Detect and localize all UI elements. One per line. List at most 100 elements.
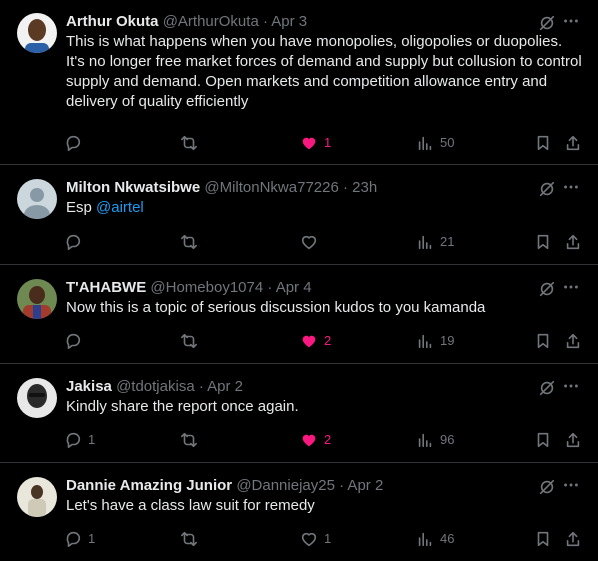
tweet-header: T'AHABWE @Homeboy1074 · Apr 4 xyxy=(66,278,528,298)
share-icon xyxy=(566,135,580,151)
like-count: 1 xyxy=(324,135,332,150)
avatar[interactable] xyxy=(17,179,57,219)
reply-icon xyxy=(66,333,81,350)
more-icon[interactable] xyxy=(562,278,580,296)
tweet-text: Let's have a class law suit for remedy xyxy=(66,497,315,514)
tweet-reply[interactable]: Dannie Amazing Junior @Danniejay25 · Apr… xyxy=(0,464,598,561)
like-button[interactable]: 2 xyxy=(300,331,331,351)
reply-icon xyxy=(66,531,81,548)
reply-button[interactable] xyxy=(64,331,88,351)
tweet-actions: 1 50 xyxy=(0,133,598,153)
analytics-icon xyxy=(418,136,432,151)
avatar[interactable] xyxy=(17,13,57,53)
author-name[interactable]: T'AHABWE xyxy=(66,279,146,296)
like-button[interactable]: 1 xyxy=(300,529,331,549)
heart-filled-icon xyxy=(302,434,316,447)
tweet-reply[interactable]: Jakisa @tdotjakisa · Apr 2 Kindly share … xyxy=(0,365,598,463)
retweet-button[interactable] xyxy=(180,529,204,549)
more-icon[interactable] xyxy=(562,12,580,30)
author-name[interactable]: Arthur Okuta xyxy=(66,13,159,30)
grok-icon[interactable] xyxy=(538,14,556,32)
views-button[interactable]: 96 xyxy=(416,430,454,450)
handle-and-time[interactable]: @Homeboy1074 · Apr 4 xyxy=(150,279,311,296)
tweet-actions: 21 xyxy=(0,232,598,252)
grok-icon[interactable] xyxy=(538,280,556,298)
avatar[interactable] xyxy=(17,378,57,418)
tweet-reply[interactable]: Arthur Okuta @ArthurOkuta · Apr 3 This i… xyxy=(0,0,598,165)
share-icon xyxy=(566,531,580,547)
reply-button[interactable]: 1 xyxy=(64,430,95,450)
like-button[interactable] xyxy=(300,232,324,252)
heart-filled-icon xyxy=(302,335,316,348)
like-count: 2 xyxy=(324,333,332,348)
grok-icon[interactable] xyxy=(538,180,556,198)
avatar[interactable] xyxy=(17,477,57,517)
tweet-header: Arthur Okuta @ArthurOkuta · Apr 3 xyxy=(66,12,528,32)
tweet-text: This is what happens when you have monop… xyxy=(66,33,582,110)
reply-button[interactable]: 1 xyxy=(64,529,95,549)
reply-button[interactable] xyxy=(64,232,88,252)
like-count: 2 xyxy=(324,432,332,447)
view-count: 50 xyxy=(440,135,455,150)
author-name[interactable]: Milton Nkwatsibwe xyxy=(66,179,200,196)
more-icon[interactable] xyxy=(562,178,580,196)
tweet-reply[interactable]: Milton Nkwatsibwe @MiltonNkwa77226 · 23h… xyxy=(0,166,598,265)
more-icon[interactable] xyxy=(562,377,580,395)
reply-icon xyxy=(66,135,81,152)
view-count: 21 xyxy=(440,234,455,249)
reply-button[interactable] xyxy=(64,133,88,153)
bookmark-button[interactable] xyxy=(534,430,552,450)
retweet-button[interactable] xyxy=(180,331,204,351)
views-button[interactable]: 50 xyxy=(416,133,454,153)
reply-icon xyxy=(66,234,81,251)
handle-and-time[interactable]: @MiltonNkwa77226 · 23h xyxy=(204,179,377,196)
author-name[interactable]: Jakisa xyxy=(66,378,112,395)
views-button[interactable]: 21 xyxy=(416,232,454,252)
tweet-header: Jakisa @tdotjakisa · Apr 2 xyxy=(66,377,528,397)
handle-and-time[interactable]: @ArthurOkuta · Apr 3 xyxy=(163,13,307,30)
share-button[interactable] xyxy=(564,430,582,450)
view-count: 19 xyxy=(440,333,455,348)
tweet-reply[interactable]: T'AHABWE @Homeboy1074 · Apr 4 Now this i… xyxy=(0,266,598,364)
share-button[interactable] xyxy=(564,232,582,252)
avatar[interactable] xyxy=(17,279,57,319)
share-icon xyxy=(566,432,580,448)
share-icon xyxy=(566,333,580,349)
retweet-button[interactable] xyxy=(180,133,204,153)
handle-and-time[interactable]: @Danniejay25 · Apr 2 xyxy=(236,477,383,494)
views-button[interactable]: 19 xyxy=(416,331,454,351)
bookmark-icon xyxy=(537,432,549,448)
grok-icon[interactable] xyxy=(538,379,556,397)
bookmark-button[interactable] xyxy=(534,232,552,252)
text-prefix: Esp xyxy=(66,199,97,216)
bookmark-icon xyxy=(537,135,549,151)
author-name[interactable]: Dannie Amazing Junior xyxy=(66,477,232,494)
retweet-button[interactable] xyxy=(180,232,204,252)
retweet-icon xyxy=(180,432,198,448)
more-icon[interactable] xyxy=(562,476,580,494)
like-button[interactable]: 2 xyxy=(300,430,331,450)
bookmark-button[interactable] xyxy=(534,331,552,351)
like-count: 1 xyxy=(324,531,332,546)
view-count: 46 xyxy=(440,531,455,546)
views-button[interactable]: 46 xyxy=(416,529,454,549)
share-button[interactable] xyxy=(564,529,582,549)
tweet-text: Esp @airtel xyxy=(66,198,582,218)
tweet-header: Dannie Amazing Junior @Danniejay25 · Apr… xyxy=(66,476,528,496)
retweet-icon xyxy=(180,234,198,250)
share-button[interactable] xyxy=(564,331,582,351)
tweet-actions: 1 2 96 xyxy=(0,430,598,450)
retweet-button[interactable] xyxy=(180,430,204,450)
tweet-header: Milton Nkwatsibwe @MiltonNkwa77226 · 23h xyxy=(66,178,528,198)
share-icon xyxy=(566,234,580,250)
analytics-icon xyxy=(418,433,432,448)
like-button[interactable]: 1 xyxy=(300,133,331,153)
handle-and-time[interactable]: @tdotjakisa · Apr 2 xyxy=(116,378,243,395)
bookmark-icon xyxy=(537,531,549,547)
bookmark-button[interactable] xyxy=(534,529,552,549)
bookmark-button[interactable] xyxy=(534,133,552,153)
mention-link[interactable]: @airtel xyxy=(96,199,144,216)
heart-icon xyxy=(301,532,317,547)
share-button[interactable] xyxy=(564,133,582,153)
grok-icon[interactable] xyxy=(538,478,556,496)
